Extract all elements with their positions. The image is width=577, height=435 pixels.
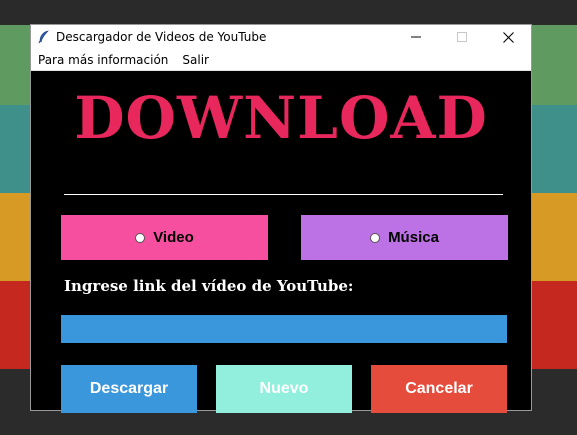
close-icon xyxy=(502,31,514,43)
divider xyxy=(64,194,503,195)
cancel-button[interactable]: Cancelar xyxy=(371,365,507,413)
window-title: Descargador de Videos de YouTube xyxy=(56,30,267,44)
feather-icon xyxy=(36,29,52,45)
menu-bar: Para más información Salir xyxy=(31,49,531,71)
minimize-button[interactable] xyxy=(393,25,439,49)
title-bar[interactable]: Descargador de Videos de YouTube xyxy=(31,25,531,49)
download-button[interactable]: Descargar xyxy=(61,365,197,413)
menu-item-more-info[interactable]: Para más información xyxy=(31,53,175,67)
app-window: Descargador de Videos de YouTube Para má… xyxy=(31,25,531,413)
link-prompt-label: Ingrese link del vídeo de YouTube: xyxy=(64,277,354,295)
desktop-stripe xyxy=(0,0,577,25)
main-content: DOWNLOAD Video Música Ingrese link del v… xyxy=(31,71,531,413)
youtube-link-input[interactable] xyxy=(61,315,507,343)
music-option[interactable]: Música xyxy=(301,215,508,260)
headline-title: DOWNLOAD xyxy=(74,84,488,152)
maximize-button[interactable] xyxy=(439,25,485,49)
new-button[interactable]: Nuevo xyxy=(216,365,352,413)
music-radio-icon[interactable] xyxy=(370,232,381,243)
video-option-label: Video xyxy=(153,229,194,246)
menu-item-exit[interactable]: Salir xyxy=(175,53,216,67)
music-option-label: Música xyxy=(388,229,439,246)
video-radio-icon[interactable] xyxy=(135,232,146,243)
minimize-icon xyxy=(411,36,421,38)
maximize-icon xyxy=(457,32,467,42)
close-button[interactable] xyxy=(485,25,531,49)
video-option[interactable]: Video xyxy=(61,215,268,260)
